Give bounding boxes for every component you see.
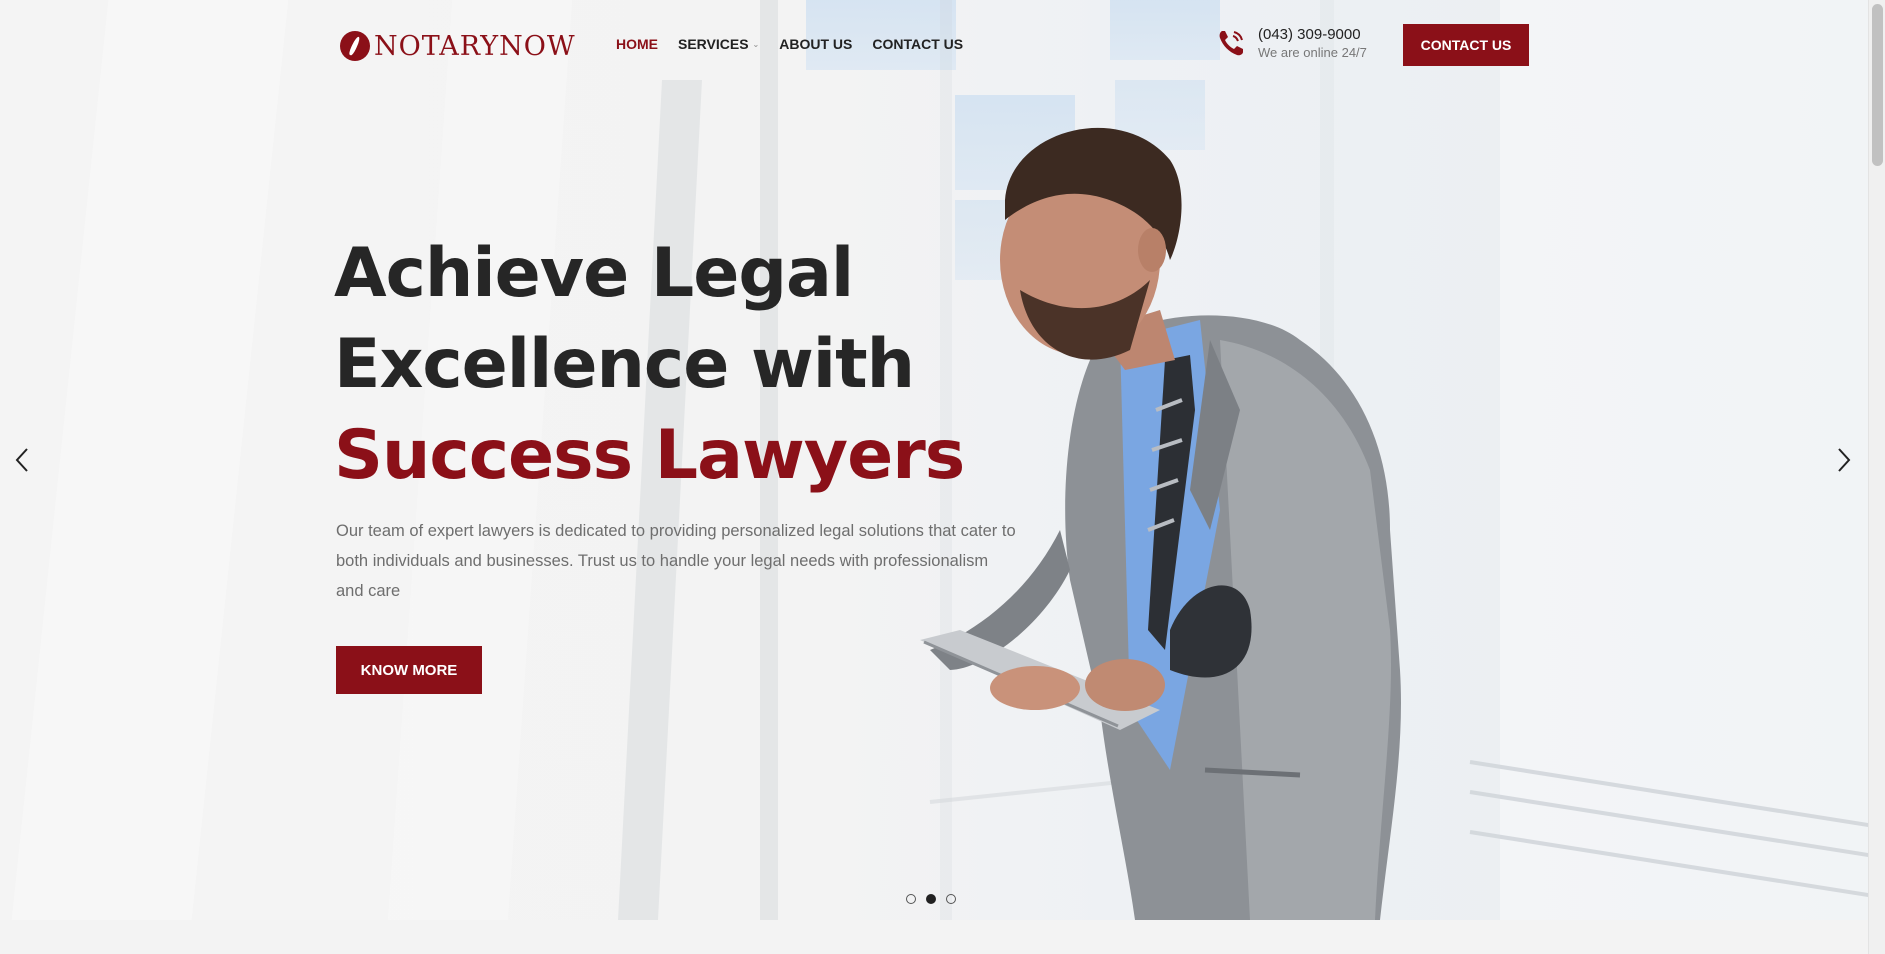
nav-about[interactable]: ABOUT US [779, 36, 852, 52]
site-logo[interactable]: NOTARYNOW [340, 30, 576, 62]
slider-dot-2[interactable] [926, 894, 936, 904]
phone-status: We are online 24/7 [1258, 45, 1367, 60]
chevron-right-icon[interactable] [1832, 445, 1856, 475]
headline-line-1: Achieve Legal [334, 234, 854, 313]
chevron-down-icon: ⌄ [752, 39, 760, 49]
nav-home[interactable]: HOME [616, 36, 658, 52]
nav-contact[interactable]: CONTACT US [872, 36, 963, 52]
section-divider [0, 920, 1868, 954]
nav-services[interactable]: SERVICES ⌄ [678, 36, 759, 52]
know-more-button[interactable]: KNOW MORE [336, 646, 482, 694]
quill-logo-icon [340, 31, 370, 61]
hero-description: Our team of expert lawyers is dedicated … [336, 522, 1016, 600]
hero-headline: Achieve Legal Excellence with Success La… [334, 228, 965, 501]
nav-about-label: ABOUT US [779, 36, 853, 52]
phone-icon [1219, 31, 1243, 56]
phone-number: (043) 309-9000 [1258, 26, 1361, 43]
slider-dot-3[interactable] [946, 894, 956, 904]
hero-person-image [920, 127, 1401, 920]
page: NOTARYNOW HOME SERVICES ⌄ ABOUT US CONTA… [0, 0, 1885, 954]
main-nav: HOME SERVICES ⌄ ABOUT US CONTACT US [616, 36, 983, 52]
phone-contact[interactable]: (043) 309-9000 We are online 24/7 [1216, 26, 1367, 60]
site-header: NOTARYNOW HOME SERVICES ⌄ ABOUT US CONTA… [0, 0, 1868, 90]
header-contact-button[interactable]: CONTACT US [1403, 24, 1529, 66]
slider-pagination [906, 894, 966, 904]
nav-contact-label: CONTACT US [872, 36, 964, 52]
chevron-left-icon[interactable] [10, 445, 34, 475]
slider-dot-1[interactable] [906, 894, 916, 904]
phone-text: (043) 309-9000 We are online 24/7 [1258, 26, 1367, 60]
nav-services-label: SERVICES [678, 36, 749, 52]
page-scrollbar[interactable] [1868, 0, 1885, 954]
headline-line-2: Excellence with [334, 325, 915, 404]
scrollbar-thumb[interactable] [1872, 4, 1883, 166]
nav-home-label: HOME [616, 36, 658, 52]
logo-text: NOTARYNOW [374, 30, 576, 62]
headline-line-3: Success Lawyers [334, 416, 965, 495]
